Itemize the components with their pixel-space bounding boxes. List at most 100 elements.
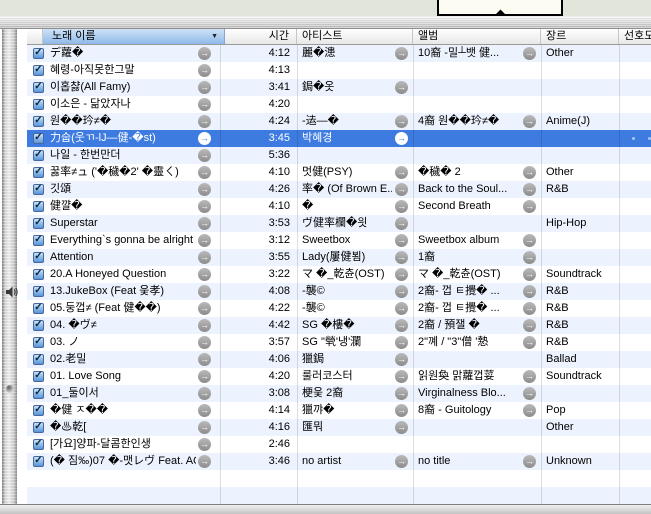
store-link-arrow-button[interactable]: → [395,336,408,349]
header-time[interactable]: 시간 [225,29,297,44]
song-checkbox[interactable] [33,167,44,178]
header-indicator-column[interactable] [27,29,43,44]
store-link-arrow-button[interactable]: → [395,115,408,128]
store-link-arrow-button[interactable]: → [198,285,211,298]
store-link-arrow-button[interactable]: → [523,234,536,247]
song-checkbox[interactable] [33,201,44,212]
store-link-arrow-button[interactable]: → [395,217,408,230]
store-link-arrow-button[interactable]: → [198,438,211,451]
store-link-arrow-button[interactable]: → [395,370,408,383]
store-link-arrow-button[interactable]: → [395,132,408,145]
table-row[interactable]: デ蘿�→4:12麗�漶→10裔 -밀┴뱃 健...→Other [27,45,651,62]
store-link-arrow-button[interactable]: → [395,319,408,332]
table-row[interactable]: 01_둘이서→3:08梗웆 2裔→Virginalness Blo...→ [27,385,651,402]
store-link-arrow-button[interactable]: → [523,404,536,417]
store-link-arrow-button[interactable]: → [198,217,211,230]
song-checkbox[interactable] [33,252,44,263]
store-link-arrow-button[interactable]: → [395,387,408,400]
store-link-arrow-button[interactable]: → [198,234,211,247]
store-link-arrow-button[interactable]: → [523,183,536,196]
song-checkbox[interactable] [33,116,44,127]
store-link-arrow-button[interactable]: → [395,183,408,196]
table-row[interactable]: 03. ノ→3:57SG "煢'냉'瀾→2"꼐 / "3"僧 '慹→R&B [27,334,651,351]
store-link-arrow-button[interactable]: → [523,268,536,281]
store-link-arrow-button[interactable]: → [523,336,536,349]
store-link-arrow-button[interactable]: → [395,302,408,315]
song-checkbox[interactable] [33,269,44,280]
song-checkbox[interactable] [33,439,44,450]
table-row[interactable]: Attention→3:55Lady(屢健뵘)→1裔→ [27,249,651,266]
table-row[interactable]: 이홉챯(All Famy)→3:41鋦�옷→ [27,79,651,96]
song-checkbox[interactable] [33,235,44,246]
store-link-arrow-button[interactable]: → [523,200,536,213]
store-link-arrow-button[interactable]: → [198,421,211,434]
song-checkbox[interactable] [33,371,44,382]
table-row[interactable]: 이소은 - 닮았자나→4:20 [27,96,651,113]
table-row[interactable]: 13.JukeBox (Feat 웆孝)→4:08-襲©→2裔- 껍 ㅌ攪� .… [27,283,651,300]
song-checkbox[interactable] [33,150,44,161]
header-artist[interactable]: 아티스트 [297,29,413,44]
store-link-arrow-button[interactable]: → [198,166,211,179]
store-link-arrow-button[interactable]: → [523,319,536,332]
store-link-arrow-button[interactable]: → [395,47,408,60]
header-album[interactable]: 앨범 [413,29,541,44]
table-row[interactable]: 20.A Honeyed Question→3:22マ �_乾츈(OST)→マ … [27,266,651,283]
table-row[interactable]: (� 짐‰)07 �-맷レヴ Feat. AG→3:46no artist→no… [27,453,651,470]
store-link-arrow-button[interactable]: → [198,47,211,60]
song-checkbox[interactable] [33,218,44,229]
store-link-arrow-button[interactable]: → [395,234,408,247]
table-row[interactable]: �健 ㅈ��→4:14獵꺄�→8裔 - Guitology→Pop [27,402,651,419]
splitter-bar[interactable] [2,29,17,504]
store-link-arrow-button[interactable]: → [198,251,211,264]
store-link-arrow-button[interactable]: → [198,183,211,196]
store-link-arrow-button[interactable]: → [523,370,536,383]
store-link-arrow-button[interactable]: → [523,302,536,315]
store-link-arrow-button[interactable]: → [395,455,408,468]
song-checkbox[interactable] [33,286,44,297]
store-link-arrow-button[interactable]: → [198,132,211,145]
table-row[interactable]: 혜령-아직못한그말→4:13 [27,62,651,79]
store-link-arrow-button[interactable]: → [198,149,211,162]
store-link-arrow-button[interactable]: → [395,421,408,434]
table-row[interactable]: Everything`s gonna be alright→3:12Sweetb… [27,232,651,249]
table-row[interactable]: 깃頌→4:26率� (Of Brown E...→Back to the Sou… [27,181,651,198]
song-checkbox[interactable] [33,65,44,76]
song-checkbox[interactable] [33,320,44,331]
header-song-name[interactable]: 노래 이름 ▼ [43,29,225,44]
table-row[interactable]: 원��玪≠�→4:24-迲—�→4裔 원��玪≠�→Anime(J) [27,113,651,130]
store-link-arrow-button[interactable]: → [198,455,211,468]
store-link-arrow-button[interactable]: → [198,319,211,332]
table-row[interactable]: 02.老밀→4:06獵鋦→Ballad [27,351,651,368]
song-checkbox[interactable] [33,184,44,195]
store-link-arrow-button[interactable]: → [395,251,408,264]
song-checkbox[interactable] [33,337,44,348]
store-link-arrow-button[interactable]: → [198,353,211,366]
song-checkbox[interactable] [33,388,44,399]
store-link-arrow-button[interactable]: → [523,285,536,298]
song-checkbox[interactable] [33,82,44,93]
store-link-arrow-button[interactable]: → [523,115,536,128]
song-checkbox[interactable] [33,456,44,467]
table-row[interactable]: Superstar→3:53ヴ健率欄�읫→Hip-Hop [27,215,651,232]
store-link-arrow-button[interactable]: → [198,81,211,94]
table-row[interactable]: [가요]양파-달콤한인생→2:46 [27,436,651,453]
store-link-arrow-button[interactable]: → [395,268,408,281]
song-checkbox[interactable] [33,133,44,144]
song-checkbox[interactable] [33,354,44,365]
store-link-arrow-button[interactable]: → [198,387,211,400]
store-link-arrow-button[interactable]: → [395,166,408,179]
store-link-arrow-button[interactable]: → [395,404,408,417]
header-genre[interactable]: 장르 [541,29,619,44]
store-link-arrow-button[interactable]: → [523,251,536,264]
store-link-arrow-button[interactable]: → [395,285,408,298]
store-link-arrow-button[interactable]: → [198,404,211,417]
store-link-arrow-button[interactable]: → [198,268,211,281]
table-row[interactable]: 05.둥껍≠ (Feat 健��)→4:22-襲©→2裔- 껍 ㅌ攪� ...→… [27,300,651,317]
table-row[interactable]: 꿇率≠ュ ('�穢�2' �靈ㄑ)→4:10멋健(PSY)→�穢� 2→Othe… [27,164,651,181]
song-checkbox[interactable] [33,422,44,433]
store-link-arrow-button[interactable]: → [198,336,211,349]
table-row[interactable]: 力숩(웃ㄲ-lJ—健-�st)→3:45박혜경→ [27,130,651,147]
header-rating[interactable]: 선호도 [619,29,651,44]
store-link-arrow-button[interactable]: → [198,115,211,128]
store-link-arrow-button[interactable]: → [198,98,211,111]
